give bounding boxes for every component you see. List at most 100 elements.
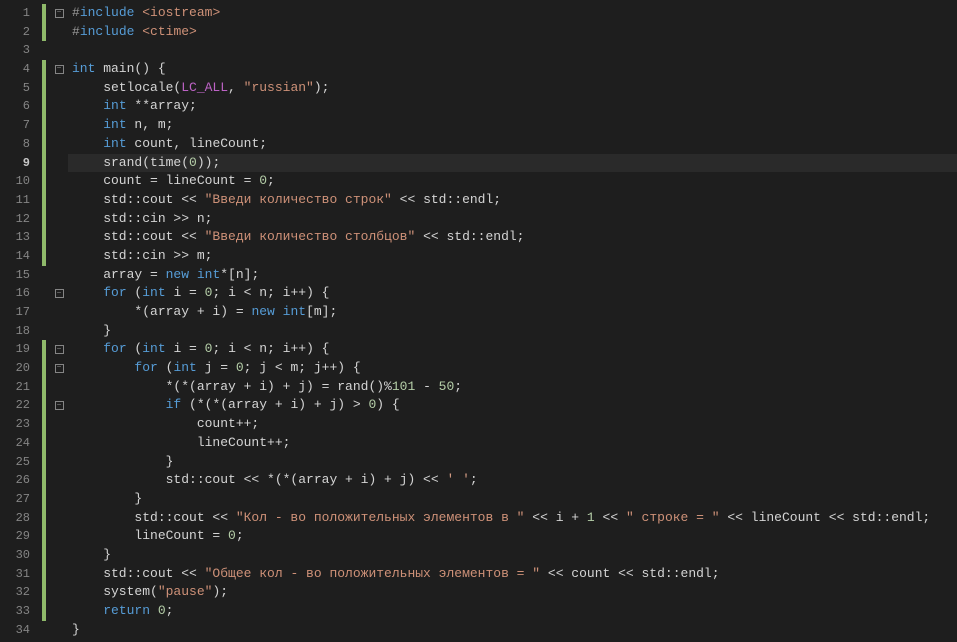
- fold-column: −−−−−−: [50, 0, 68, 642]
- token-id: ) {: [376, 397, 399, 412]
- code-line[interactable]: int main() {: [68, 60, 957, 79]
- code-line[interactable]: int **array;: [68, 97, 957, 116]
- code-line[interactable]: for (int i = 0; i < n; i++) {: [68, 340, 957, 359]
- fold-toggle: [50, 322, 68, 341]
- token-id: std::cout <<: [72, 192, 205, 207]
- change-marker: [42, 191, 50, 210]
- line-number: 29: [0, 527, 42, 546]
- change-marker: [42, 210, 50, 229]
- code-line[interactable]: std::cout << "Общее кол - во положительн…: [68, 565, 957, 584]
- fold-toggle[interactable]: −: [50, 396, 68, 415]
- fold-toggle[interactable]: −: [50, 359, 68, 378]
- token-id: [72, 341, 103, 356]
- code-line[interactable]: }: [68, 453, 957, 472]
- code-line[interactable]: std::cout << "Кол - во положительных эле…: [68, 509, 957, 528]
- code-editor[interactable]: 1234567891011121314151617181920212223242…: [0, 0, 957, 642]
- token-id: (: [127, 285, 143, 300]
- code-line[interactable]: }: [68, 322, 957, 341]
- code-line[interactable]: count = lineCount = 0;: [68, 172, 957, 191]
- line-number: 6: [0, 97, 42, 116]
- code-line[interactable]: for (int i = 0; i < n; i++) {: [68, 284, 957, 303]
- change-marker: [42, 434, 50, 453]
- token-id: std::cout <<: [72, 229, 205, 244]
- code-line[interactable]: *(array + i) = new int[m];: [68, 303, 957, 322]
- token-id: srand(time(: [72, 155, 189, 170]
- code-line[interactable]: int n, m;: [68, 116, 957, 135]
- token-str: "Введи количество столбцов": [205, 229, 416, 244]
- token-id: lineCount++;: [72, 435, 290, 450]
- code-line[interactable]: return 0;: [68, 602, 957, 621]
- token-id: }: [72, 323, 111, 338]
- token-id: << count << std::endl;: [540, 566, 719, 581]
- token-id: [72, 136, 103, 151]
- fold-toggle: [50, 210, 68, 229]
- line-number: 4: [0, 60, 42, 79]
- token-id: i =: [166, 285, 205, 300]
- code-line[interactable]: #include <iostream>: [68, 4, 957, 23]
- token-num: 0: [158, 603, 166, 618]
- code-line[interactable]: #include <ctime>: [68, 23, 957, 42]
- token-id: [72, 603, 103, 618]
- code-line[interactable]: array = new int*[n];: [68, 266, 957, 285]
- fold-toggle: [50, 79, 68, 98]
- change-marker: [42, 602, 50, 621]
- fold-toggle: [50, 247, 68, 266]
- token-id: count = lineCount =: [72, 173, 259, 188]
- code-line[interactable]: lineCount++;: [68, 434, 957, 453]
- line-number: 21: [0, 378, 42, 397]
- code-line[interactable]: int count, lineCount;: [68, 135, 957, 154]
- token-id: << std::endl;: [392, 192, 501, 207]
- token-kw: if: [166, 397, 182, 412]
- code-line[interactable]: std::cin >> m;: [68, 247, 957, 266]
- fold-toggle[interactable]: −: [50, 340, 68, 359]
- token-id: <<: [595, 510, 626, 525]
- code-line[interactable]: }: [68, 621, 957, 640]
- token-id: }: [72, 491, 142, 506]
- token-id: main() {: [95, 61, 165, 76]
- change-marker: [42, 23, 50, 42]
- code-line[interactable]: }: [68, 490, 957, 509]
- fold-toggle: [50, 97, 68, 116]
- code-line[interactable]: for (int j = 0; j < m; j++) {: [68, 359, 957, 378]
- token-pp: #: [72, 24, 80, 39]
- token-id: );: [212, 584, 228, 599]
- code-line[interactable]: count++;: [68, 415, 957, 434]
- change-marker: [42, 154, 50, 173]
- fold-toggle: [50, 546, 68, 565]
- fold-toggle[interactable]: −: [50, 284, 68, 303]
- code-line[interactable]: std::cout << "Введи количество столбцов"…: [68, 228, 957, 247]
- fold-toggle: [50, 172, 68, 191]
- fold-toggle: [50, 583, 68, 602]
- code-line[interactable]: lineCount = 0;: [68, 527, 957, 546]
- code-line[interactable]: setlocale(LC_ALL, "russian");: [68, 79, 957, 98]
- code-line[interactable]: std::cin >> n;: [68, 210, 957, 229]
- token-id: *[n];: [220, 267, 259, 282]
- token-id: );: [314, 80, 330, 95]
- line-number: 31: [0, 565, 42, 584]
- fold-toggle[interactable]: −: [50, 4, 68, 23]
- token-id: (: [158, 360, 174, 375]
- token-kw: include: [80, 24, 135, 39]
- token-num: 0: [189, 155, 197, 170]
- token-str: "Введи количество строк": [205, 192, 392, 207]
- code-line[interactable]: srand(time(0));: [68, 154, 957, 173]
- code-line[interactable]: [68, 41, 957, 60]
- code-line[interactable]: std::cout << *(*(array + i) + j) << ' ';: [68, 471, 957, 490]
- token-kw: return: [103, 603, 150, 618]
- token-kw: for: [134, 360, 157, 375]
- code-line[interactable]: *(*(array + i) + j) = rand()%101 - 50;: [68, 378, 957, 397]
- token-kw: int: [72, 61, 95, 76]
- token-id: (: [127, 341, 143, 356]
- line-number: 22: [0, 396, 42, 415]
- code-line[interactable]: if (*(*(array + i) + j) > 0) {: [68, 396, 957, 415]
- line-number: 12: [0, 210, 42, 229]
- fold-toggle: [50, 602, 68, 621]
- code-line[interactable]: system("pause");: [68, 583, 957, 602]
- code-line[interactable]: std::cout << "Введи количество строк" <<…: [68, 191, 957, 210]
- code-line[interactable]: }: [68, 546, 957, 565]
- token-id: [72, 117, 103, 132]
- token-id: [m];: [306, 304, 337, 319]
- token-kw: int: [283, 304, 306, 319]
- code-area[interactable]: #include <iostream>#include <ctime> int m…: [68, 0, 957, 642]
- fold-toggle[interactable]: −: [50, 60, 68, 79]
